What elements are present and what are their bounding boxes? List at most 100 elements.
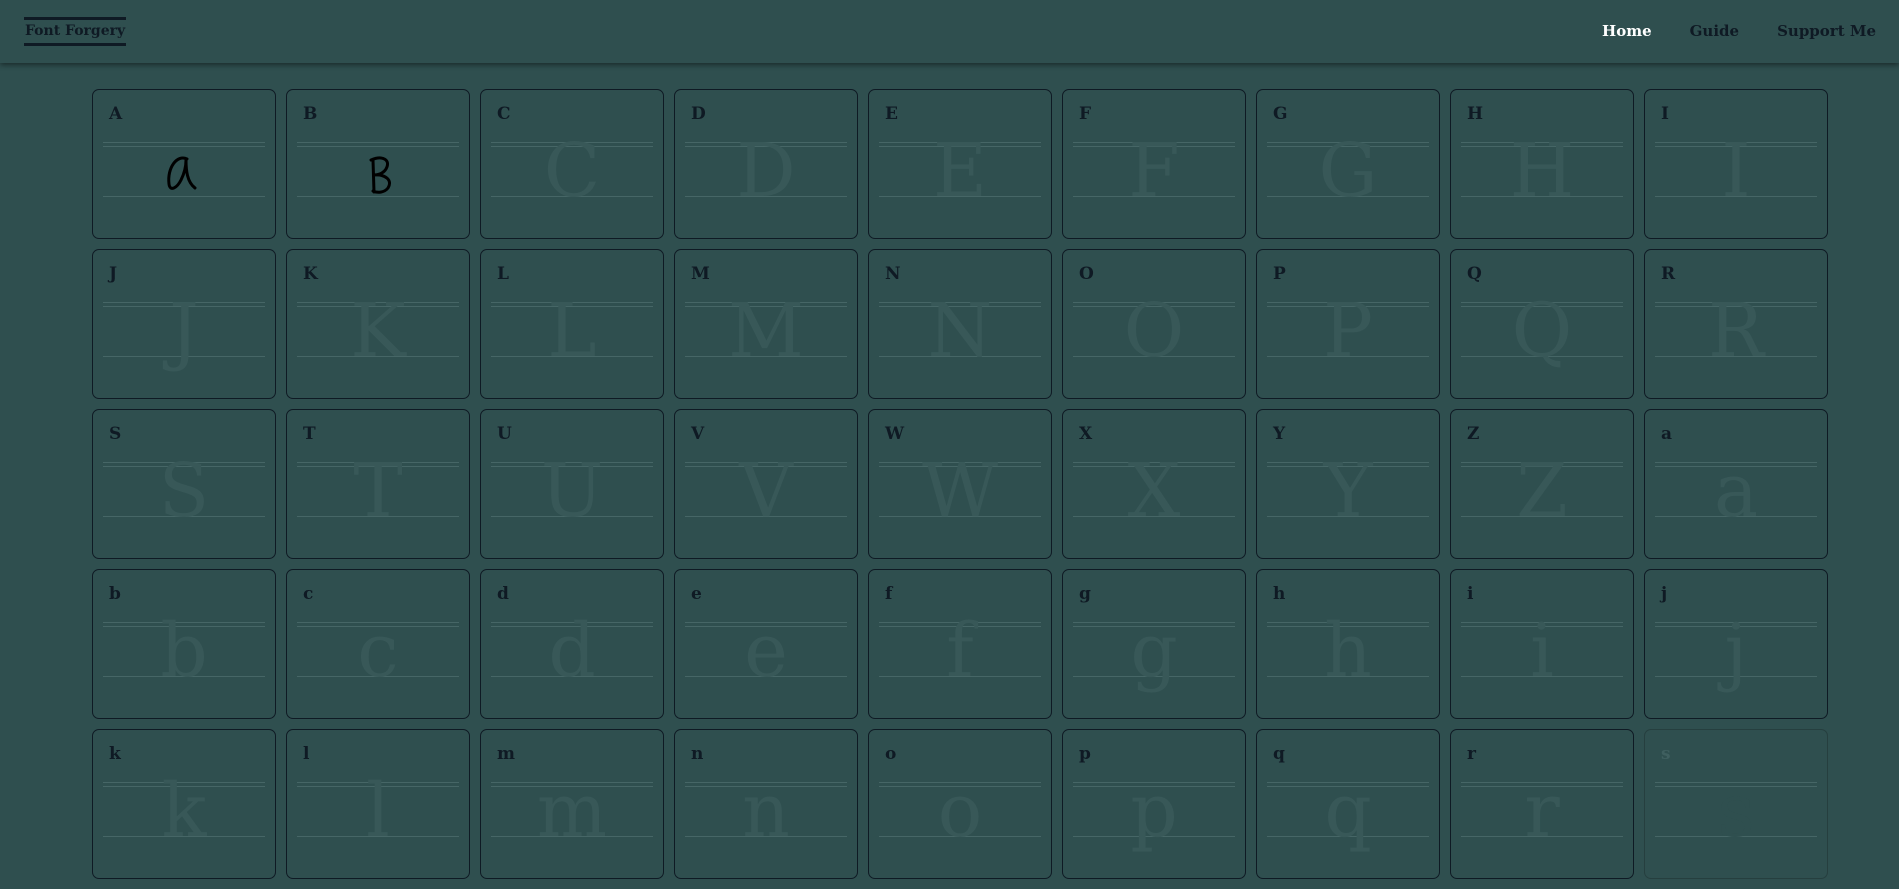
glyph-cell-label: j <box>1661 584 1668 604</box>
ghost-glyph-guide: H <box>1509 128 1575 214</box>
glyph-cell[interactable]: nn <box>674 729 858 879</box>
glyph-cell-label: f <box>885 584 893 604</box>
ghost-glyph-guide: S <box>158 448 210 534</box>
glyph-cell[interactable]: cc <box>286 569 470 719</box>
glyph-cell[interactable]: GG <box>1256 89 1440 239</box>
glyph-cell[interactable]: ff <box>868 569 1052 719</box>
glyph-cell[interactable]: kk <box>92 729 276 879</box>
glyph-cell[interactable]: ZZ <box>1450 409 1634 559</box>
ghost-glyph-guide: s <box>1717 768 1755 854</box>
ghost-glyph-guide: G <box>1318 128 1378 214</box>
glyph-cell[interactable]: DD <box>674 89 858 239</box>
glyph-cell-label: M <box>691 264 710 284</box>
glyph-cell[interactable]: JJ <box>92 249 276 399</box>
glyph-cell[interactable]: PP <box>1256 249 1440 399</box>
glyph-cell[interactable]: ee <box>674 569 858 719</box>
glyph-cell[interactable]: ss <box>1644 729 1828 879</box>
glyph-cell[interactable]: dd <box>480 569 664 719</box>
ghost-glyph-guide: C <box>543 128 601 214</box>
glyph-cell[interactable]: hh <box>1256 569 1440 719</box>
ghost-glyph-guide: i <box>1530 608 1554 694</box>
ghost-glyph-guide: K <box>350 288 406 374</box>
ghost-glyph-guide: T <box>353 448 403 534</box>
glyph-cell[interactable]: jj <box>1644 569 1828 719</box>
glyph-cell-label: p <box>1079 744 1091 764</box>
glyph-cell-label: R <box>1661 264 1676 284</box>
glyph-cell[interactable]: TT <box>286 409 470 559</box>
ghost-glyph-guide: o <box>937 768 983 854</box>
glyph-cell[interactable]: LL <box>480 249 664 399</box>
glyph-cell-label: s <box>1661 744 1671 764</box>
glyph-cell-label: b <box>109 584 121 604</box>
glyph-cell[interactable]: pp <box>1062 729 1246 879</box>
glyph-cell[interactable]: OO <box>1062 249 1246 399</box>
ghost-glyph-guide: k <box>161 768 207 854</box>
glyph-cell[interactable]: MM <box>674 249 858 399</box>
handwritten-glyph-drawing <box>369 156 391 194</box>
glyph-cell-label: V <box>691 424 705 444</box>
glyph-cell-label: q <box>1273 744 1285 764</box>
glyph-cell[interactable]: VV <box>674 409 858 559</box>
glyph-cell[interactable]: WW <box>868 409 1052 559</box>
glyph-cell-label: F <box>1079 104 1092 124</box>
glyph-cell-label: d <box>497 584 509 604</box>
glyph-cell[interactable]: aa <box>1644 409 1828 559</box>
glyph-cell[interactable]: rr <box>1450 729 1634 879</box>
glyph-cell[interactable]: SS <box>92 409 276 559</box>
glyph-cell[interactable]: ll <box>286 729 470 879</box>
glyph-cell-label: K <box>303 264 318 284</box>
glyph-cell-label: U <box>497 424 512 444</box>
nav-support-link[interactable]: Support Me <box>1777 22 1876 40</box>
glyph-cell[interactable]: B <box>286 89 470 239</box>
glyph-cell[interactable]: YY <box>1256 409 1440 559</box>
ghost-glyph-guide: a <box>1713 448 1759 534</box>
glyph-cell[interactable]: CC <box>480 89 664 239</box>
nav-guide-link[interactable]: Guide <box>1690 22 1739 40</box>
ghost-glyph-guide: E <box>932 128 988 214</box>
ghost-glyph-guide: I <box>1721 128 1751 214</box>
glyph-cell[interactable]: QQ <box>1450 249 1634 399</box>
glyph-cell-label: H <box>1467 104 1484 124</box>
glyph-cell-label: n <box>691 744 704 764</box>
brand-logo-link[interactable]: Font Forgery <box>24 17 127 46</box>
glyph-cell[interactable]: HH <box>1450 89 1634 239</box>
ghost-glyph-guide: F <box>1128 128 1180 214</box>
glyph-cell[interactable]: II <box>1644 89 1828 239</box>
glyph-cell-label: i <box>1467 584 1474 604</box>
glyph-cell-label: P <box>1273 264 1286 284</box>
glyph-grid: ABCCDDEEFFGGHHIIJJKKLLMMNNOOPPQQRRSSTTUU… <box>92 89 1828 879</box>
glyph-cell[interactable]: gg <box>1062 569 1246 719</box>
nav-home-link[interactable]: Home <box>1602 22 1652 40</box>
glyph-cell-label: o <box>885 744 897 764</box>
glyph-cell[interactable]: XX <box>1062 409 1246 559</box>
glyph-cell-label: E <box>885 104 898 124</box>
glyph-cell-label: N <box>885 264 901 284</box>
glyph-cell-label: I <box>1661 104 1669 124</box>
ghost-glyph-guide: r <box>1524 768 1560 854</box>
glyph-cell[interactable]: bb <box>92 569 276 719</box>
ghost-glyph-guide: f <box>946 608 974 694</box>
glyph-cell[interactable]: oo <box>868 729 1052 879</box>
ghost-glyph-guide: q <box>1324 768 1372 854</box>
glyph-cell-label: T <box>303 424 316 444</box>
ghost-glyph-guide: D <box>736 128 796 214</box>
glyph-cell-label: a <box>1661 424 1673 444</box>
ghost-glyph-guide: j <box>1724 608 1748 694</box>
glyph-cell[interactable]: A <box>92 89 276 239</box>
glyph-cell[interactable]: ii <box>1450 569 1634 719</box>
glyph-cell[interactable]: UU <box>480 409 664 559</box>
glyph-cell-label: W <box>885 424 905 444</box>
glyph-cell[interactable]: KK <box>286 249 470 399</box>
glyph-cell-label: X <box>1079 424 1093 444</box>
glyph-cell[interactable]: mm <box>480 729 664 879</box>
ghost-glyph-guide: X <box>1127 448 1181 534</box>
ghost-glyph-guide: M <box>728 288 804 374</box>
glyph-cell[interactable]: RR <box>1644 249 1828 399</box>
glyph-cell[interactable]: FF <box>1062 89 1246 239</box>
glyph-cell-label: k <box>109 744 121 764</box>
glyph-cell[interactable]: EE <box>868 89 1052 239</box>
glyph-cell-label: m <box>497 744 515 764</box>
glyph-cell[interactable]: NN <box>868 249 1052 399</box>
glyph-cell-label: h <box>1273 584 1286 604</box>
glyph-cell[interactable]: qq <box>1256 729 1440 879</box>
